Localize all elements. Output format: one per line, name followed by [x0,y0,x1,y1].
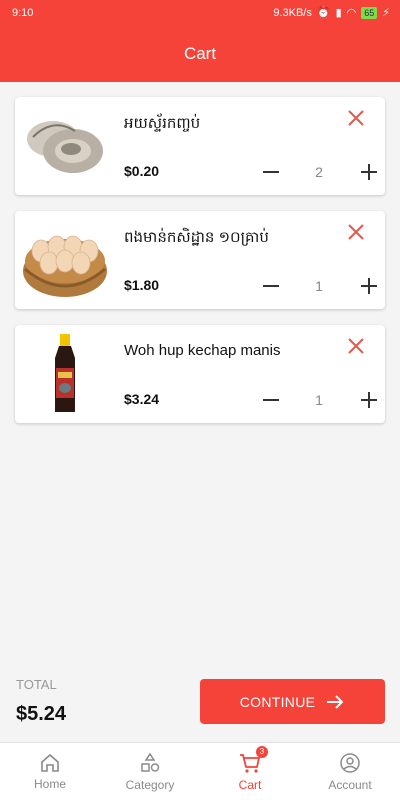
increase-quantity-button[interactable] [358,389,380,411]
nav-label: Cart [238,777,262,792]
product-image-oyster [21,107,109,185]
arrow-right-icon [327,694,344,709]
increase-quantity-button[interactable] [358,161,380,183]
nav-label: Category [125,777,175,792]
nav-account[interactable]: Account [300,743,400,800]
category-icon [141,752,160,772]
quantity-value: 1 [315,278,323,294]
charging-icon: ⚡ [382,7,390,19]
quantity-value: 1 [315,392,323,408]
nav-label: Home [33,776,66,791]
decrease-quantity-button[interactable] [260,389,282,411]
continue-label: CONTINUE [239,693,316,710]
cart-badge: 3 [256,746,268,758]
nav-cart[interactable]: 3 Cart [200,743,300,800]
remove-item-button[interactable] [345,107,367,129]
alarm-icon: ⏰ [316,7,331,19]
remove-item-button[interactable] [345,335,367,357]
total-label: TOTAL [16,677,57,692]
signal-icon: ▮ [335,7,342,19]
app-header: 9:10 9.3KB/s ⏰ ▮ ◠ 65 ⚡ Cart [0,0,400,82]
nav-home[interactable]: Home [0,743,100,800]
status-time: 9:10 [12,7,34,19]
status-right: 9.3KB/s ⏰ ▮ ◠ 65 ⚡ [273,6,390,19]
product-price: $3.24 [124,391,160,407]
product-image-eggs-basket [21,221,109,299]
decrease-quantity-button[interactable] [260,275,282,297]
total-value: $5.24 [16,703,67,725]
product-price: $1.80 [124,277,160,293]
decrease-quantity-button[interactable] [260,161,282,183]
product-name: ពងមាន់កសិដ្ឋាន ១០គ្រាប់ [124,229,269,246]
battery-icon: 65 [361,6,378,19]
remove-item-button[interactable] [345,221,367,243]
product-name: អយស្ទ័រកញ្ចប់ [124,115,201,132]
product-name: Woh hup kechap manis [124,342,281,359]
cart-item: អយស្ទ័រកញ្ចប់ $0.20 2 [15,97,385,195]
account-icon [340,752,360,773]
product-image-sauce-bottle [21,334,109,413]
status-bar: 9:10 9.3KB/s ⏰ ▮ ◠ 65 ⚡ [0,0,400,26]
home-icon [41,753,59,772]
wifi-icon: ◠ [346,7,357,19]
increase-quantity-button[interactable] [358,275,380,297]
cart-list: អយស្ទ័រកញ្ចប់ $0.20 2 ពងមាន់កសិដ្ឋាន ១០គ… [15,97,385,439]
bottom-navigation: Home Category 3 Cart Account [0,742,400,800]
nav-label: Account [328,777,372,792]
nav-category[interactable]: Category [100,743,200,800]
page-title: Cart [183,44,217,63]
product-price: $0.20 [124,163,160,179]
quantity-value: 2 [315,164,323,180]
cart-item: Woh hup kechap manis $3.24 1 [15,325,385,423]
network-speed: 9.3KB/s [273,6,312,19]
cart-item: ពងមាន់កសិដ្ឋាន ១០គ្រាប់ $1.80 1 [15,211,385,309]
continue-button[interactable]: CONTINUE [200,679,385,724]
